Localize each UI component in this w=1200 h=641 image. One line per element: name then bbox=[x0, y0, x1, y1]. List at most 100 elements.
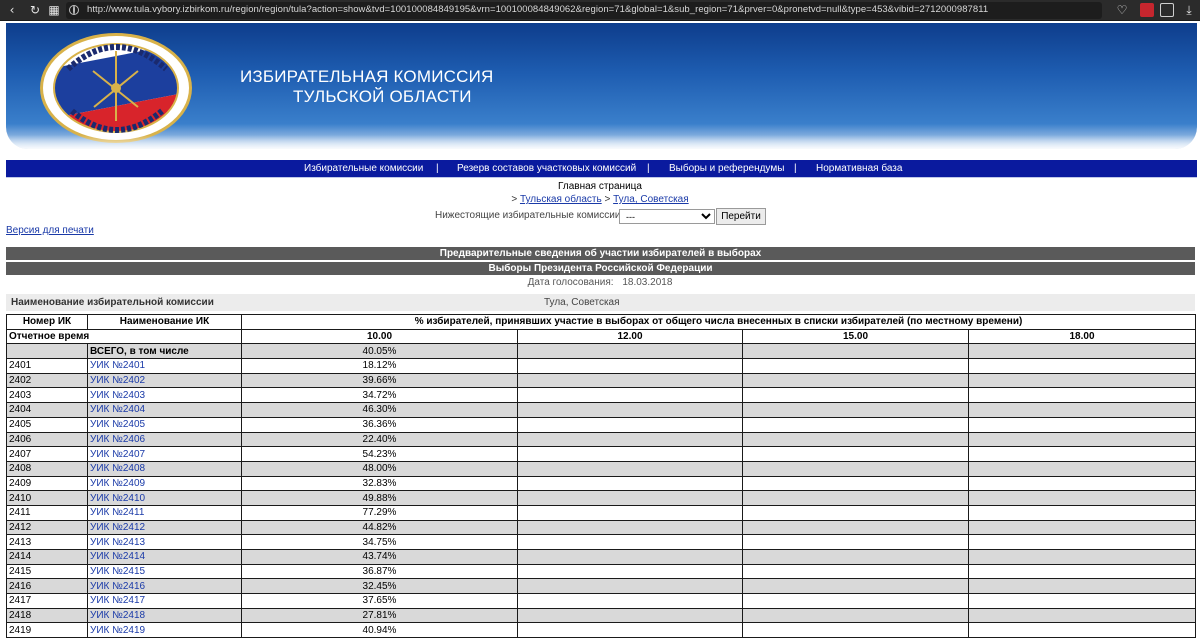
row-value-18 bbox=[967, 490, 1197, 506]
total-value: 40.05% bbox=[241, 343, 518, 360]
row-value-15 bbox=[742, 578, 969, 595]
row-value-15 bbox=[742, 593, 969, 609]
row-name: УИК №2406 bbox=[87, 431, 242, 448]
row-value-15 bbox=[742, 622, 969, 639]
site-banner: ИЗБИРАТЕЛЬНАЯ КОМИССИЯ ТУЛЬСКОЙ ОБЛАСТИ bbox=[6, 23, 1197, 149]
row-value-15 bbox=[742, 475, 969, 492]
uik-link[interactable]: УИК №2407 bbox=[90, 449, 145, 460]
row-value-12 bbox=[517, 519, 743, 536]
uik-link[interactable]: УИК №2417 bbox=[90, 595, 145, 606]
commission-label: Наименование избирательной комиссии bbox=[11, 297, 214, 308]
row-number: 2401 bbox=[6, 358, 88, 374]
row-number: 2408 bbox=[6, 460, 88, 477]
menu-item-normative[interactable]: Нормативная база bbox=[816, 162, 902, 175]
total-cell-18 bbox=[967, 343, 1197, 360]
breadcrumb-region[interactable]: Тульская область bbox=[520, 194, 602, 205]
table-row: 2408 УИК №2408 48.00% bbox=[6, 460, 1197, 477]
uik-link[interactable]: УИК №2415 bbox=[90, 566, 145, 577]
row-name: УИК №2419 bbox=[87, 622, 242, 639]
row-name: УИК №2402 bbox=[87, 372, 242, 389]
row-number: 2418 bbox=[6, 607, 88, 624]
heart-icon[interactable]: ♡ bbox=[1114, 2, 1130, 18]
uik-link[interactable]: УИК №2405 bbox=[90, 419, 145, 430]
row-value-15 bbox=[742, 549, 969, 565]
uik-link[interactable]: УИК №2411 bbox=[90, 507, 144, 518]
uik-link[interactable]: УИК №2416 bbox=[90, 581, 145, 592]
row-name: УИК №2416 bbox=[87, 578, 242, 595]
lower-commissions-select[interactable]: --- bbox=[619, 209, 715, 224]
row-name: УИК №2404 bbox=[87, 402, 242, 418]
row-value-18 bbox=[967, 387, 1197, 404]
uik-link[interactable]: УИК №2419 bbox=[90, 625, 145, 636]
row-name: УИК №2403 bbox=[87, 387, 242, 404]
row-value-10: 39.66% bbox=[241, 372, 518, 389]
download-icon[interactable]: ⤓ bbox=[1181, 2, 1197, 18]
row-value-10: 36.36% bbox=[241, 416, 518, 433]
globe-icon bbox=[69, 5, 79, 15]
time-header-15: 15.00 bbox=[742, 328, 969, 345]
row-value-18 bbox=[967, 358, 1197, 374]
row-name: УИК №2410 bbox=[87, 490, 242, 506]
row-value-10: 40.94% bbox=[241, 622, 518, 639]
uik-link[interactable]: УИК №2409 bbox=[90, 478, 145, 489]
time-header-12: 12.00 bbox=[517, 328, 743, 345]
row-value-10: 34.72% bbox=[241, 387, 518, 404]
row-name: УИК №2411 bbox=[87, 504, 242, 521]
uik-link[interactable]: УИК №2413 bbox=[90, 537, 145, 548]
row-value-18 bbox=[967, 593, 1197, 609]
grid-icon[interactable]: ▦ bbox=[46, 2, 62, 18]
row-value-18 bbox=[967, 534, 1197, 550]
uik-link[interactable]: УИК №2414 bbox=[90, 551, 145, 562]
menu-item-commissions[interactable]: Избирательные комиссии bbox=[304, 162, 423, 175]
menu-separator: | bbox=[647, 163, 650, 174]
row-name: УИК №2409 bbox=[87, 475, 242, 492]
time-header-10: 10.00 bbox=[241, 328, 518, 345]
row-number: 2416 bbox=[6, 578, 88, 595]
row-value-18 bbox=[967, 402, 1197, 418]
uik-link[interactable]: УИК №2418 bbox=[90, 610, 145, 621]
go-button[interactable]: Перейти bbox=[716, 208, 766, 225]
row-number: 2402 bbox=[6, 372, 88, 389]
row-value-18 bbox=[967, 431, 1197, 448]
row-value-18 bbox=[967, 519, 1197, 536]
total-cell-15 bbox=[742, 343, 969, 360]
breadcrumb-arrow: > bbox=[604, 194, 611, 205]
table-row: 2401 УИК №2401 18.12% bbox=[6, 358, 1197, 374]
home-link[interactable]: Главная страница bbox=[0, 181, 1200, 192]
row-value-15 bbox=[742, 446, 969, 462]
back-arrow-icon[interactable]: ‹ bbox=[4, 2, 20, 18]
row-value-10: 49.88% bbox=[241, 490, 518, 506]
extension-window-icon[interactable] bbox=[1160, 3, 1174, 17]
reload-icon[interactable]: ↻ bbox=[27, 2, 43, 18]
row-value-10: 32.83% bbox=[241, 475, 518, 492]
table-row: 2416 УИК №2416 32.45% bbox=[6, 578, 1197, 595]
row-name: УИК №2401 bbox=[87, 358, 242, 374]
uik-link[interactable]: УИК №2401 bbox=[90, 360, 145, 371]
uik-link[interactable]: УИК №2404 bbox=[90, 404, 145, 415]
uik-link[interactable]: УИК №2412 bbox=[90, 522, 145, 533]
uik-link[interactable]: УИК №2408 bbox=[90, 463, 145, 474]
breadcrumb-district[interactable]: Тула, Советская bbox=[613, 194, 689, 205]
row-value-10: 36.87% bbox=[241, 563, 518, 580]
uik-link[interactable]: УИК №2410 bbox=[90, 493, 145, 504]
menu-separator: | bbox=[794, 163, 797, 174]
table-row: 2407 УИК №2407 54.23% bbox=[6, 446, 1197, 462]
menu-item-elections[interactable]: Выборы и референдумы bbox=[669, 162, 784, 175]
voting-date-label: Дата голосования: bbox=[527, 277, 614, 288]
row-number: 2409 bbox=[6, 475, 88, 492]
uik-link[interactable]: УИК №2402 bbox=[90, 375, 145, 386]
address-bar[interactable]: http://www.tula.vybory.izbirkom.ru/regio… bbox=[66, 2, 1102, 19]
menu-item-reserve[interactable]: Резерв составов участковых комиссий bbox=[457, 162, 636, 175]
print-version-link[interactable]: Версия для печати bbox=[6, 225, 94, 236]
row-value-15 bbox=[742, 416, 969, 433]
address-url[interactable]: http://www.tula.vybory.izbirkom.ru/regio… bbox=[87, 3, 988, 17]
table-row: 2409 УИК №2409 32.83% bbox=[6, 475, 1197, 492]
row-number: 2404 bbox=[6, 402, 88, 418]
extension-red-icon[interactable] bbox=[1140, 3, 1154, 17]
uik-link[interactable]: УИК №2403 bbox=[90, 390, 145, 401]
uik-link[interactable]: УИК №2406 bbox=[90, 434, 145, 445]
row-value-18 bbox=[967, 563, 1197, 580]
row-value-12 bbox=[517, 578, 743, 595]
voting-date: Дата голосования: 18.03.2018 bbox=[0, 277, 1200, 288]
row-name: УИК №2405 bbox=[87, 416, 242, 433]
